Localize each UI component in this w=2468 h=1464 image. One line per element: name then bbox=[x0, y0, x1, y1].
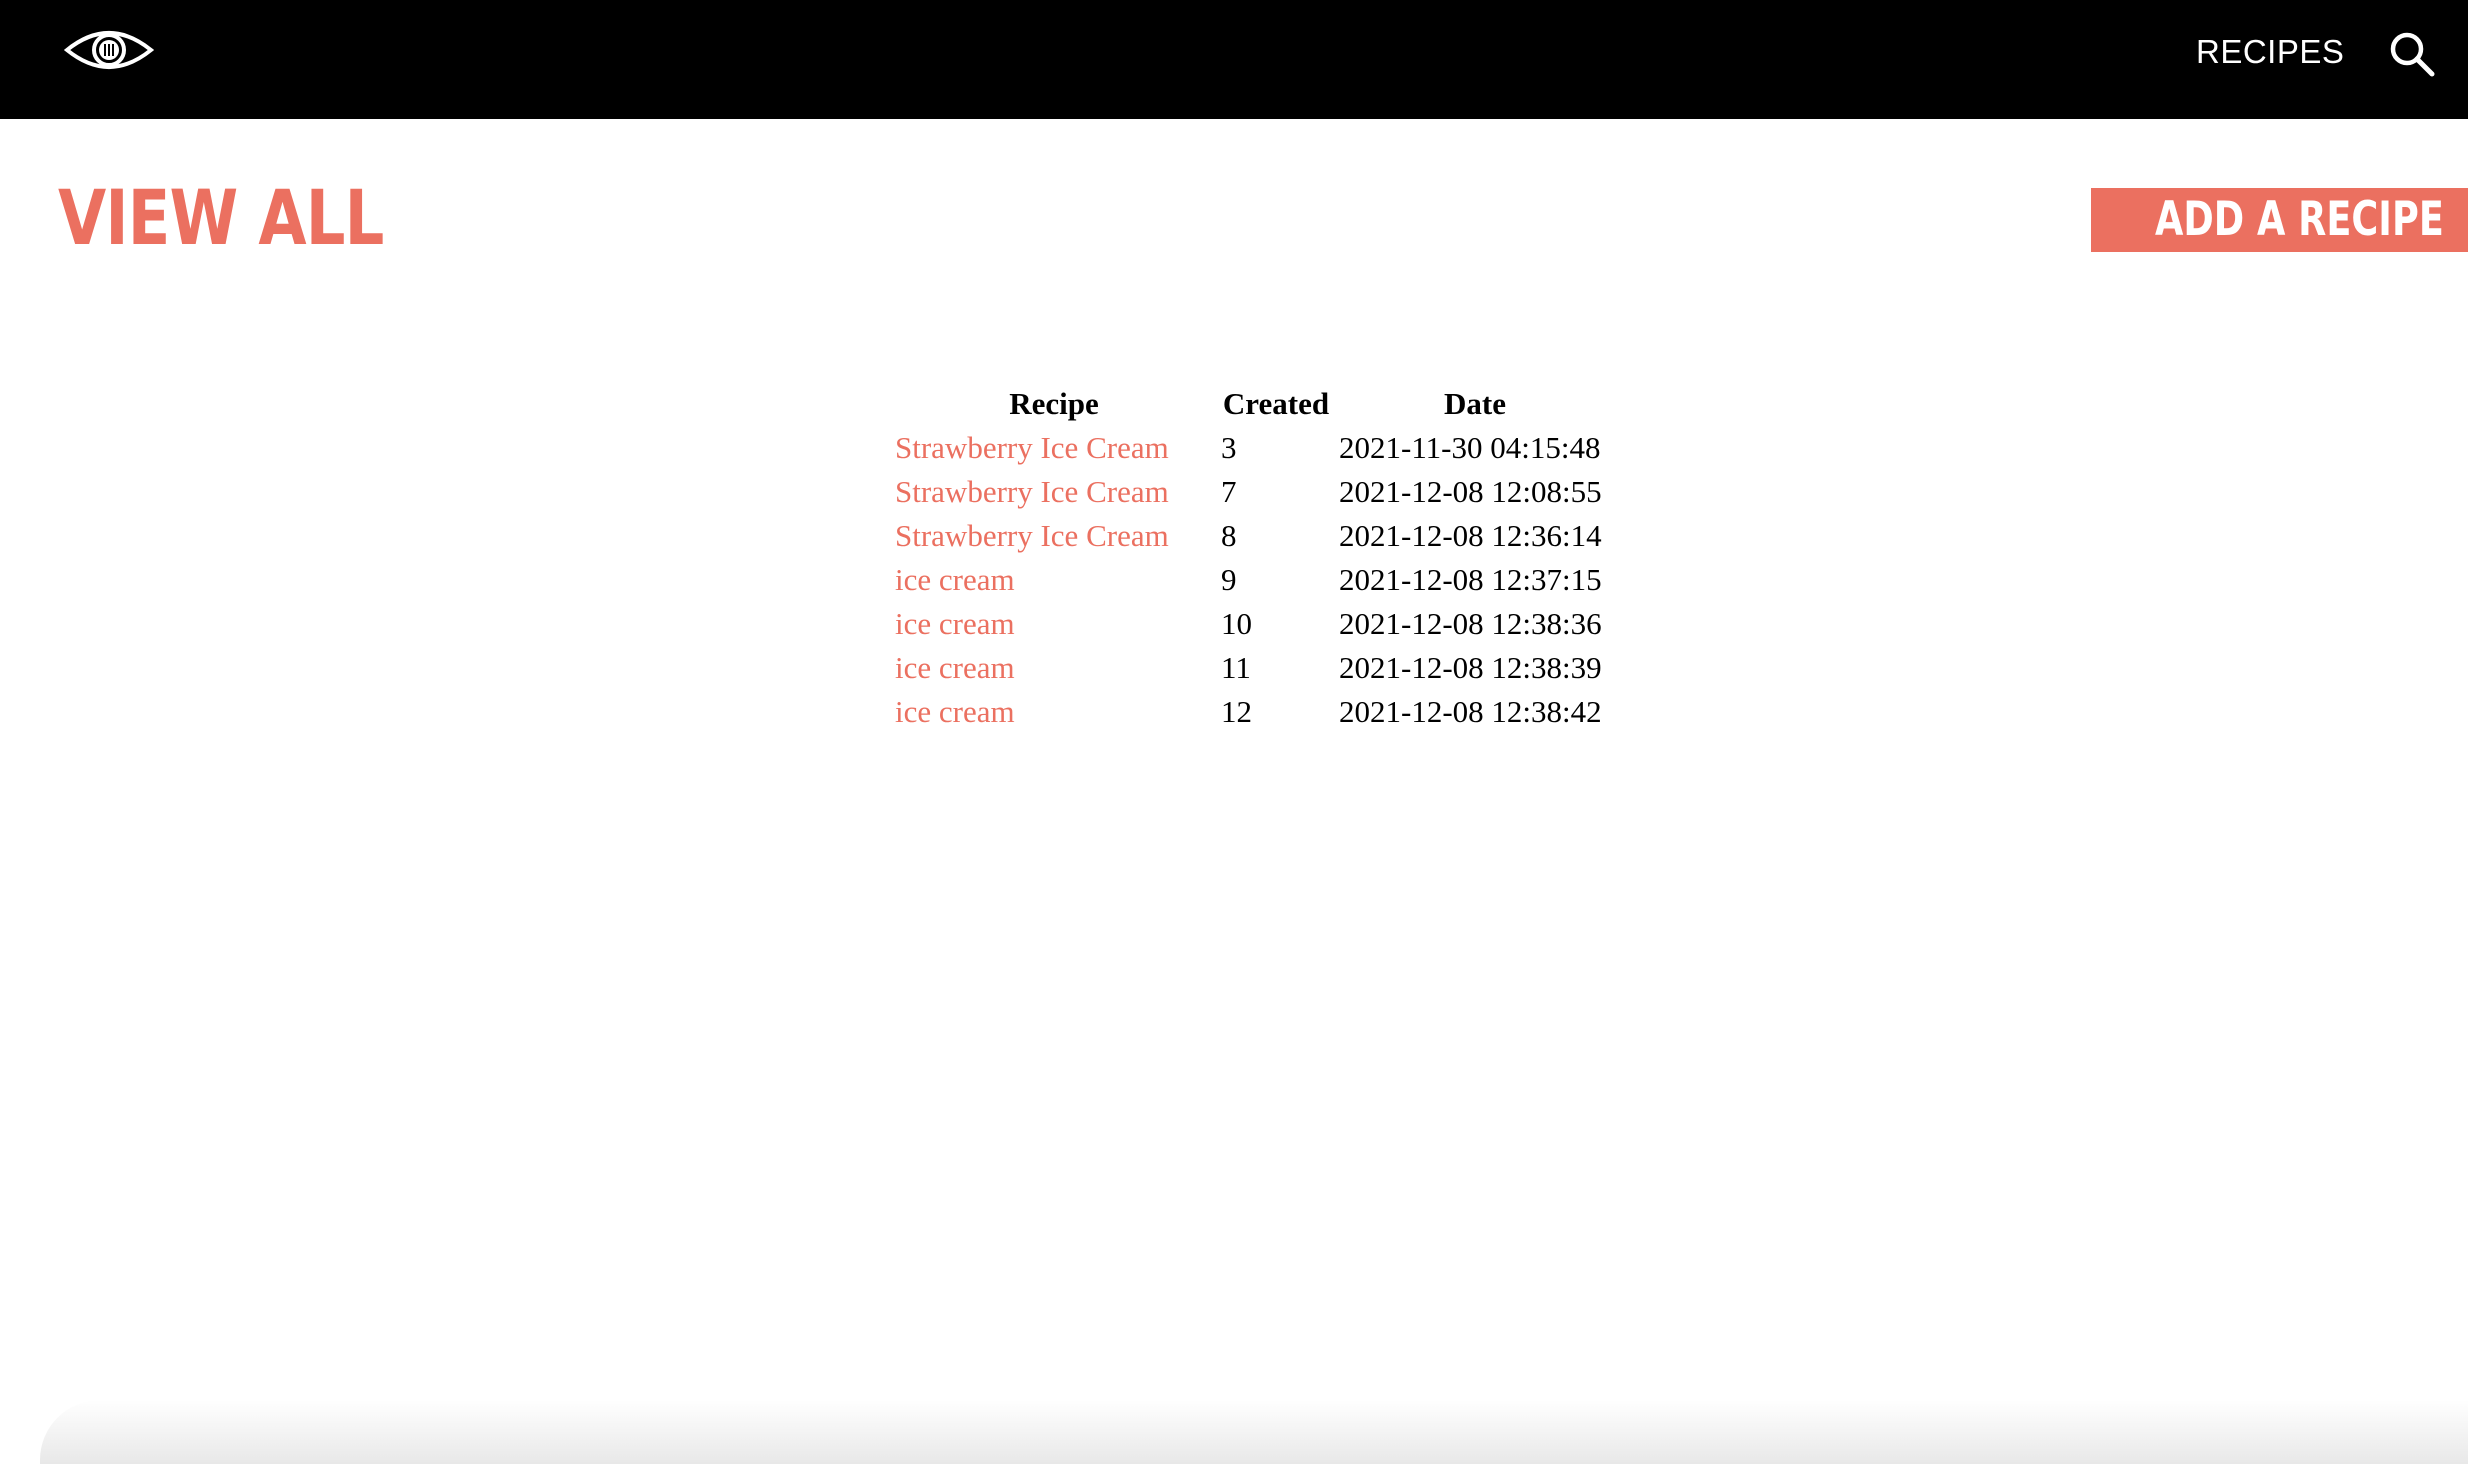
column-header-date: Date bbox=[1444, 386, 1506, 421]
created-cell: 10 bbox=[1221, 606, 1252, 641]
created-cell: 7 bbox=[1221, 474, 1237, 509]
top-navbar: RECIPES bbox=[0, 0, 2468, 119]
column-header-created: Created bbox=[1222, 386, 1330, 421]
date-cell: 2021-12-08 12:08:55 bbox=[1339, 474, 1602, 509]
recipe-link[interactable]: ice cream bbox=[895, 562, 1015, 597]
table-row: Strawberry Ice Cream 3 2021-11-30 04:15:… bbox=[891, 426, 1615, 470]
table-header-row: Recipe Created Date bbox=[891, 382, 1615, 426]
created-cell: 9 bbox=[1221, 562, 1237, 597]
table-row: Strawberry Ice Cream 8 2021-12-08 12:36:… bbox=[891, 514, 1615, 558]
table-row: ice cream 9 2021-12-08 12:37:15 bbox=[891, 558, 1615, 602]
recipe-link[interactable]: Strawberry Ice Cream bbox=[895, 474, 1169, 509]
bottom-shadow bbox=[40, 1400, 2468, 1464]
nav-recipes-link[interactable]: RECIPES bbox=[2196, 33, 2344, 71]
date-cell: 2021-12-08 12:38:42 bbox=[1339, 694, 1602, 729]
date-cell: 2021-12-08 12:36:14 bbox=[1339, 518, 1602, 553]
date-cell: 2021-12-08 12:37:15 bbox=[1339, 562, 1602, 597]
created-cell: 12 bbox=[1221, 694, 1252, 729]
column-header-recipe: Recipe bbox=[1009, 386, 1099, 421]
eye-logo-icon[interactable] bbox=[64, 24, 154, 76]
add-recipe-button-label: ADD A RECIPE bbox=[2155, 192, 2444, 247]
table-row: Strawberry Ice Cream 7 2021-12-08 12:08:… bbox=[891, 470, 1615, 514]
created-cell: 3 bbox=[1221, 430, 1237, 465]
search-icon[interactable] bbox=[2388, 30, 2436, 78]
created-cell: 8 bbox=[1221, 518, 1237, 553]
recipe-link[interactable]: Strawberry Ice Cream bbox=[895, 518, 1169, 553]
table-row: ice cream 12 2021-12-08 12:38:42 bbox=[891, 690, 1615, 734]
recipe-link[interactable]: ice cream bbox=[895, 650, 1015, 685]
table-row: ice cream 10 2021-12-08 12:38:36 bbox=[891, 602, 1615, 646]
recipe-link[interactable]: ice cream bbox=[895, 606, 1015, 641]
add-recipe-button[interactable]: ADD A RECIPE bbox=[2091, 188, 2468, 252]
created-cell: 11 bbox=[1221, 650, 1251, 685]
date-cell: 2021-12-08 12:38:36 bbox=[1339, 606, 1602, 641]
recipe-link[interactable]: ice cream bbox=[895, 694, 1015, 729]
date-cell: 2021-11-30 04:15:48 bbox=[1339, 430, 1601, 465]
page-title: VIEW ALL bbox=[58, 173, 384, 262]
date-cell: 2021-12-08 12:38:39 bbox=[1339, 650, 1602, 685]
recipes-table: Recipe Created Date Strawberry Ice Cream… bbox=[891, 382, 1615, 734]
table-row: ice cream 11 2021-12-08 12:38:39 bbox=[891, 646, 1615, 690]
recipe-link[interactable]: Strawberry Ice Cream bbox=[895, 430, 1169, 465]
